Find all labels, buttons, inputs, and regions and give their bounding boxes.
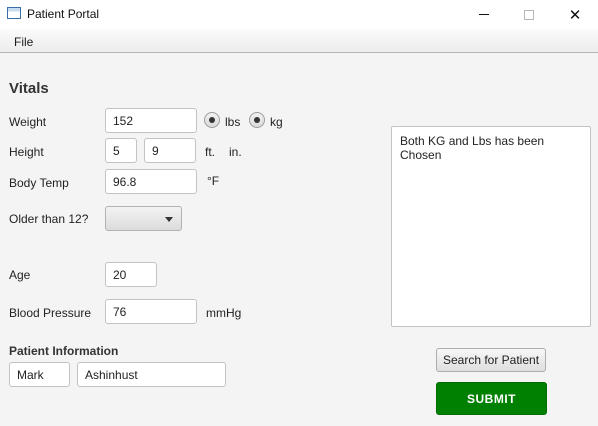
- output-message: Both KG and Lbs has been Chosen: [400, 134, 545, 162]
- height-label: Height: [9, 145, 44, 159]
- body-temp-input[interactable]: [105, 169, 197, 194]
- vitals-heading: Vitals: [9, 80, 49, 97]
- maximize-button[interactable]: [506, 0, 552, 29]
- temp-unit-label: °F: [207, 174, 220, 188]
- age-label: Age: [9, 268, 31, 282]
- height-feet-input[interactable]: [105, 138, 137, 163]
- app-window-icon: [7, 7, 21, 19]
- search-patient-button[interactable]: Search for Patient: [436, 348, 546, 372]
- kg-radio[interactable]: [249, 112, 265, 128]
- chevron-down-icon: [165, 217, 173, 222]
- kg-label: kg: [270, 115, 283, 129]
- close-button[interactable]: ✕: [552, 0, 598, 29]
- close-icon: ✕: [568, 6, 582, 24]
- blood-pressure-unit-label: mmHg: [206, 306, 242, 320]
- minimize-icon: [479, 14, 489, 15]
- maximize-icon: [524, 9, 534, 20]
- lbs-label: lbs: [225, 115, 241, 129]
- submit-button[interactable]: SUBMIT: [436, 382, 547, 415]
- weight-label: Weight: [9, 115, 47, 129]
- older-than-12-dropdown[interactable]: [105, 206, 182, 231]
- output-text-area[interactable]: Both KG and Lbs has been Chosen: [391, 126, 591, 327]
- blood-pressure-input[interactable]: [105, 299, 197, 324]
- height-inches-input[interactable]: [144, 138, 196, 163]
- feet-unit-label: ft.: [205, 145, 216, 159]
- window-title: Patient Portal: [27, 7, 100, 21]
- weight-input[interactable]: [105, 108, 197, 133]
- age-input[interactable]: [105, 262, 157, 287]
- minimize-button[interactable]: [461, 0, 507, 29]
- blood-pressure-label: Blood Pressure: [9, 306, 92, 320]
- menu-file[interactable]: File: [14, 35, 33, 49]
- last-name-input[interactable]: [77, 362, 226, 387]
- lbs-radio[interactable]: [204, 112, 220, 128]
- patient-info-heading: Patient Information: [9, 344, 119, 358]
- title-bar: Patient Portal ✕: [0, 0, 598, 29]
- inches-unit-label: in.: [229, 145, 242, 159]
- first-name-input[interactable]: [9, 362, 70, 387]
- menu-bar: File: [0, 29, 598, 53]
- body-temp-label: Body Temp: [9, 176, 69, 190]
- older-than-12-label: Older than 12?: [9, 212, 89, 226]
